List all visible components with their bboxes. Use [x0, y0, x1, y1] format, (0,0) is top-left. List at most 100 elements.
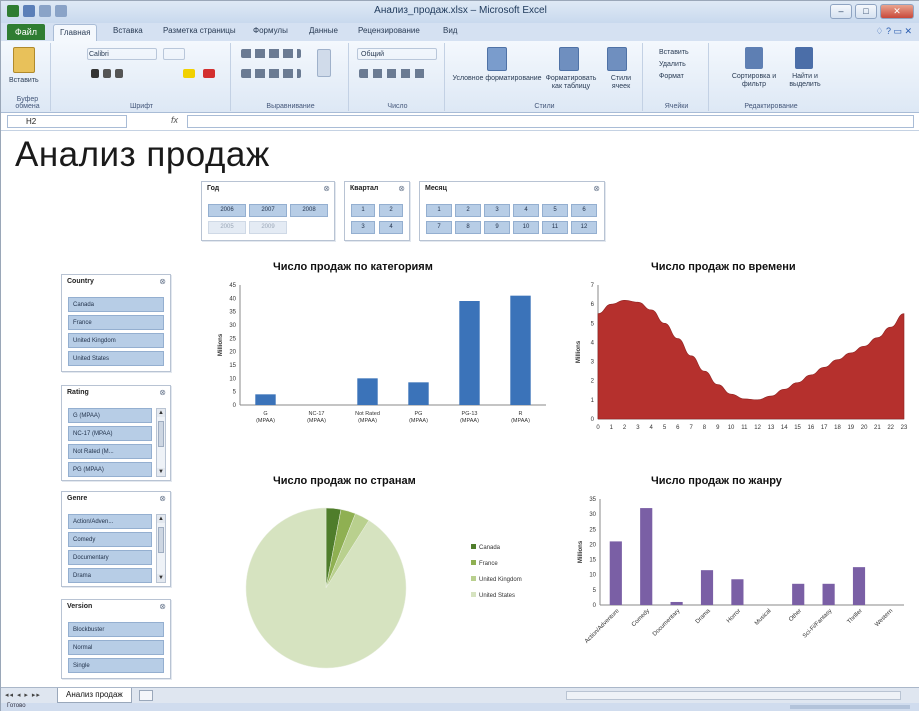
- delete-cells-button[interactable]: Удалить: [659, 61, 686, 69]
- scroll-thumb[interactable]: [158, 421, 164, 447]
- help-icon[interactable]: ♢ ? ▭ ✕: [875, 26, 912, 37]
- slicer-quarter-item[interactable]: 1: [351, 204, 375, 217]
- italic-icon[interactable]: [103, 69, 111, 78]
- slicer-month-item[interactable]: 4: [513, 204, 539, 217]
- maximize-button[interactable]: □: [855, 4, 877, 19]
- clear-filter-icon[interactable]: ⊗: [159, 602, 166, 611]
- slicer-country-item[interactable]: United States: [68, 351, 164, 366]
- tab-review[interactable]: Рецензирование: [358, 26, 420, 35]
- slicer-country-item[interactable]: Canada: [68, 297, 164, 312]
- x-tick-label: PG (MPAA): [409, 411, 428, 424]
- slicer-month-item[interactable]: 2: [455, 204, 481, 217]
- slicer-rating-item[interactable]: Not Rated (M...: [68, 444, 152, 459]
- chart-sales-by-country[interactable]: Canada France United Kingdom United States: [236, 493, 556, 683]
- scroll-thumb[interactable]: [158, 527, 164, 553]
- slicer-month-item[interactable]: 8: [455, 221, 481, 234]
- slicer-genre-item[interactable]: Action/Adven...: [68, 514, 152, 529]
- number-format-icons[interactable]: [359, 69, 429, 78]
- font-size-dropdown[interactable]: [163, 48, 185, 60]
- paste-icon[interactable]: [13, 47, 35, 73]
- sort-filter-icon[interactable]: [745, 47, 763, 69]
- slicer-month-item[interactable]: 3: [484, 204, 510, 217]
- slicer-month-item[interactable]: 6: [571, 204, 597, 217]
- formula-input[interactable]: [187, 115, 914, 128]
- slicer-rating-item[interactable]: NC-17 (MPAA): [68, 426, 152, 441]
- slicer-scrollbar[interactable]: ▲ ▼: [156, 514, 166, 583]
- scroll-down-icon[interactable]: ▼: [157, 574, 165, 582]
- sheet-nav-arrows[interactable]: ◂◂ ◂ ▸ ▸▸: [5, 691, 41, 699]
- conditional-format-icon[interactable]: [487, 47, 507, 71]
- slicer-genre-item[interactable]: Documentary: [68, 550, 152, 565]
- slicer-year-item[interactable]: 2008: [290, 204, 328, 217]
- tab-insert[interactable]: Вставка: [113, 26, 143, 35]
- font-color-icon[interactable]: [203, 69, 215, 78]
- chart-sales-by-time[interactable]: 01234567Millions0 1 2 3 4 5 6 7 8 9 10 11 12 13 14 15 16…: [566, 279, 912, 451]
- x-tick-label: G (MPAA): [256, 411, 275, 424]
- slicer-quarter-item[interactable]: 3: [351, 221, 375, 234]
- sheet-tab-sales-analysis[interactable]: Анализ продаж: [57, 688, 132, 703]
- underline-icon[interactable]: [115, 69, 123, 78]
- slicer-month-item[interactable]: 9: [484, 221, 510, 234]
- close-button[interactable]: ✕: [880, 4, 914, 19]
- zoom-slider[interactable]: [790, 705, 910, 709]
- clear-filter-icon[interactable]: ⊗: [593, 184, 600, 193]
- slicer-year-item[interactable]: 2005: [208, 221, 246, 234]
- new-sheet-icon[interactable]: [139, 690, 153, 701]
- y-tick-label: 5: [593, 588, 597, 594]
- slicer-version-item[interactable]: Blockbuster: [68, 622, 164, 637]
- worksheet[interactable]: Анализ продаж Год ⊗ 2006 2007 2008 2005 …: [1, 131, 919, 687]
- slicer-month-item[interactable]: 5: [542, 204, 568, 217]
- clear-filter-icon[interactable]: ⊗: [398, 184, 405, 193]
- insert-cells-button[interactable]: Вставить: [659, 49, 689, 57]
- fill-color-icon[interactable]: [183, 69, 195, 78]
- tab-view[interactable]: Вид: [443, 26, 457, 35]
- slicer-year-item[interactable]: 2006: [208, 204, 246, 217]
- fx-icon[interactable]: fx: [171, 115, 178, 125]
- slicer-month-item[interactable]: 11: [542, 221, 568, 234]
- clear-filter-icon[interactable]: ⊗: [323, 184, 330, 193]
- slicer-month-item[interactable]: 12: [571, 221, 597, 234]
- slicer-quarter-item[interactable]: 2: [379, 204, 403, 217]
- tab-formulas[interactable]: Формулы: [253, 26, 288, 35]
- format-as-table-icon[interactable]: [559, 47, 579, 71]
- slicer-rating-item[interactable]: G (MPAA): [68, 408, 152, 423]
- clear-filter-icon[interactable]: ⊗: [159, 277, 166, 286]
- slicer-quarter-item[interactable]: 4: [379, 221, 403, 234]
- slicer-version-item[interactable]: Normal: [68, 640, 164, 655]
- chart-sales-by-genre[interactable]: 0 5 10 15 20 25 30 35 Millions Action/Adventure Co…: [566, 493, 912, 685]
- slicer-year-item[interactable]: 2009: [249, 221, 287, 234]
- wrap-text-icon[interactable]: [317, 49, 331, 77]
- scroll-down-icon[interactable]: ▼: [157, 468, 165, 476]
- horizontal-scrollbar[interactable]: [566, 691, 901, 700]
- slicer-genre-item[interactable]: Comedy: [68, 532, 152, 547]
- tab-home[interactable]: Главная: [53, 24, 98, 41]
- slicer-country-title: Country: [67, 278, 94, 285]
- slicer-scrollbar[interactable]: ▲ ▼: [156, 408, 166, 477]
- slicer-rating-item[interactable]: PG (MPAA): [68, 462, 152, 477]
- slicer-year-item[interactable]: 2007: [249, 204, 287, 217]
- slicer-month-item[interactable]: 1: [426, 204, 452, 217]
- file-tab[interactable]: Файл: [7, 24, 45, 40]
- slicer-month-item[interactable]: 7: [426, 221, 452, 234]
- cell-styles-icon[interactable]: [607, 47, 627, 71]
- tab-data[interactable]: Данные: [309, 26, 338, 35]
- bold-icon[interactable]: [91, 69, 99, 78]
- clear-filter-icon[interactable]: ⊗: [159, 388, 166, 397]
- chart-sales-by-category[interactable]: 0 5 10 15 20 25 30 35 40 45 Millions G (MPAA) NC-17 (M…: [196, 279, 556, 451]
- minimize-button[interactable]: –: [830, 4, 852, 19]
- align-top-icons[interactable]: [241, 49, 301, 58]
- scroll-up-icon[interactable]: ▲: [157, 409, 165, 417]
- slicer-month-item[interactable]: 10: [513, 221, 539, 234]
- slicer-country-item[interactable]: France: [68, 315, 164, 330]
- find-select-icon[interactable]: [795, 47, 813, 69]
- slicer-country-item[interactable]: United Kingdom: [68, 333, 164, 348]
- format-cells-button[interactable]: Формат: [659, 73, 684, 81]
- slicer-version-item[interactable]: Single: [68, 658, 164, 673]
- slicer-genre-item[interactable]: Drama: [68, 568, 152, 583]
- tab-page-layout[interactable]: Разметка страницы: [163, 26, 236, 35]
- scroll-up-icon[interactable]: ▲: [157, 515, 165, 523]
- align-left-icons[interactable]: [241, 69, 301, 78]
- name-box[interactable]: H2: [7, 115, 127, 128]
- clear-filter-icon[interactable]: ⊗: [159, 494, 166, 503]
- font-name-dropdown[interactable]: [87, 48, 157, 60]
